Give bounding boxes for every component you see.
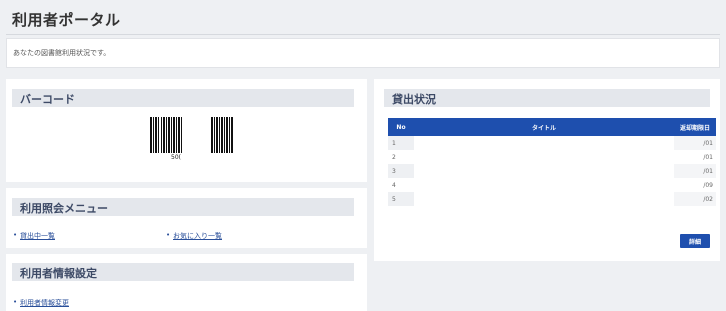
loan-panel-header: 貸出状況: [384, 89, 710, 107]
row-no: 1: [388, 136, 414, 150]
on-loan-list-link[interactable]: 貸出中一覧: [20, 231, 55, 241]
menu-panel-title: 利用照会メニュー: [20, 202, 108, 215]
menu-panel: 利用照会メニュー • 貸出中一覧 • お気に入り一覧: [6, 188, 367, 248]
row-title: [414, 164, 674, 178]
detail-button[interactable]: 詳細: [680, 234, 710, 248]
page-title: 利用者ポータル: [12, 11, 121, 29]
barcode-image-right: [211, 117, 233, 153]
barcode-panel: バーコード 50(: [6, 79, 367, 182]
menu-panel-header: 利用照会メニュー: [12, 198, 354, 216]
notice-text: あなたの図書館利用状況です。: [13, 49, 111, 57]
col-due: 返却期限日: [674, 118, 716, 136]
favorites-list-link[interactable]: お気に入り一覧: [173, 231, 222, 241]
row-title: [414, 178, 674, 192]
table-row: 1 /01: [388, 136, 716, 150]
loan-table: No タイトル 返却期限日 1 /01 2 /01 3 /01 4 /09 5 …: [388, 118, 716, 206]
row-due: /02: [674, 192, 716, 206]
table-row: 3 /01: [388, 164, 716, 178]
bullet-icon: •: [166, 231, 171, 239]
table-row: 4 /09: [388, 178, 716, 192]
col-title: タイトル: [414, 118, 674, 136]
row-no: 2: [388, 150, 414, 164]
row-due: /09: [674, 178, 716, 192]
loan-panel-title: 貸出状況: [392, 93, 436, 106]
user-info-change-link[interactable]: 利用者情報変更: [20, 298, 69, 308]
row-no: 5: [388, 192, 414, 206]
col-no: No: [388, 118, 414, 136]
row-due: /01: [674, 136, 716, 150]
barcode-panel-header: バーコード: [12, 89, 354, 107]
settings-panel-header: 利用者情報設定: [12, 263, 354, 281]
row-title: [414, 150, 674, 164]
row-due: /01: [674, 150, 716, 164]
row-due: /01: [674, 164, 716, 178]
row-no: 4: [388, 178, 414, 192]
table-row: 5 /02: [388, 192, 716, 206]
barcode-image: [150, 117, 182, 153]
row-title: [414, 136, 674, 150]
bullet-icon: •: [13, 298, 18, 306]
bullet-icon: •: [13, 231, 18, 239]
row-no: 3: [388, 164, 414, 178]
barcode-panel-title: バーコード: [20, 93, 75, 106]
row-title: [414, 192, 674, 206]
settings-panel: 利用者情報設定 • 利用者情報変更: [6, 254, 367, 311]
title-divider: [6, 34, 720, 35]
loan-status-panel: 貸出状況 No タイトル 返却期限日 1 /01 2 /01 3 /01 4 /…: [374, 79, 720, 261]
notice-bar: あなたの図書館利用状況です。: [6, 38, 720, 68]
table-row: 2 /01: [388, 150, 716, 164]
settings-panel-title: 利用者情報設定: [20, 267, 97, 280]
barcode-number: 50(: [171, 154, 181, 161]
